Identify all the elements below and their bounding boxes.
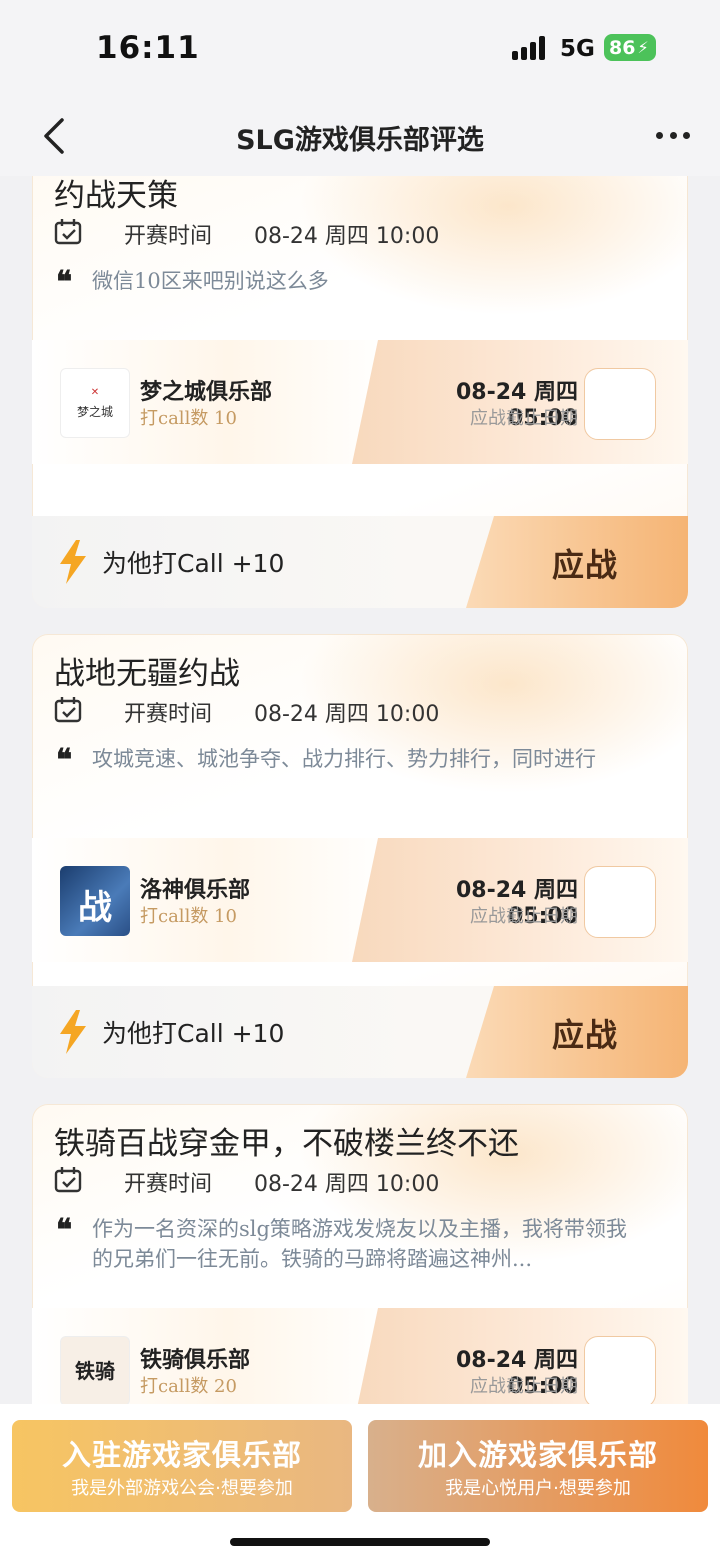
start-time-label: 开赛时间 [124, 1172, 213, 1197]
club-name: 洛神俱乐部 [140, 878, 251, 903]
call-button[interactable]: 为他打Call +10 [102, 1014, 284, 1050]
card-description: 微信10区来吧别说这么多 [92, 269, 329, 293]
club-row[interactable]: ✕ 梦之城 梦之城俱乐部 打call数 10 08-24 周四 05:00 应战… [32, 340, 688, 464]
club-call-count: 打call数 10 [140, 906, 237, 927]
action-bar: 为他打Call +10 应战 [32, 986, 688, 1078]
fight-button[interactable]: 应战 [466, 516, 688, 608]
lightning-icon [60, 1010, 86, 1054]
signal-icon [512, 36, 548, 60]
club-name: 铁骑俱乐部 [140, 1348, 251, 1373]
action-bar: 为他打Call +10 应战 [32, 516, 688, 608]
lightning-icon [60, 540, 86, 584]
deadline-label: 应战截止日期 [470, 408, 578, 429]
club-row[interactable]: 铁骑 铁骑俱乐部 打call数 20 08-24 周四 05:00 应战截止日期 [32, 1308, 688, 1404]
enter-club-button[interactable]: 入驻游戏家俱乐部 我是外部游戏公会·想要参加 [12, 1420, 352, 1512]
club-logo-text: 梦之城 [76, 405, 113, 419]
start-time-label: 开赛时间 [124, 702, 213, 727]
club-row[interactable]: 战 洛神俱乐部 打call数 10 08-24 周四 05:00 应战截止日期 [32, 838, 688, 962]
start-time-value: 08-24 周四 10:00 [254, 224, 440, 249]
start-time-value: 08-24 周四 10:00 [254, 1172, 440, 1197]
club-logo-text: 铁骑 [75, 1359, 115, 1383]
select-box[interactable] [584, 1336, 656, 1404]
select-box[interactable] [584, 368, 656, 440]
battery-icon: 86 ⚡ [604, 34, 656, 61]
quote-icon: ❝ [56, 743, 73, 778]
call-button[interactable]: 为他打Call +10 [102, 544, 284, 580]
network-type: 5G [560, 36, 595, 62]
card-title: 战地无疆约战 [54, 656, 240, 692]
deadline-label: 应战截止日期 [470, 1376, 578, 1397]
challenge-list[interactable]: 约战天策 开赛时间 08-24 周四 10:00 ❝ 微信10区来吧别说这么多 … [0, 176, 720, 1404]
more-icon[interactable] [656, 132, 690, 142]
club-logo: ✕ 梦之城 [60, 368, 130, 438]
calendar-icon [54, 1167, 82, 1193]
status-time: 16:11 [96, 30, 200, 66]
club-logo: 铁骑 [60, 1336, 130, 1404]
quote-icon: ❝ [56, 1213, 73, 1248]
club-logo: 战 [60, 866, 130, 936]
challenge-card: 战地无疆约战 开赛时间 08-24 周四 10:00 ❝ 攻城竞速、城池争夺、战… [32, 634, 688, 1078]
enter-club-subtitle: 我是外部游戏公会·想要参加 [71, 1478, 293, 1499]
nav-bar: SLG游戏俱乐部评选 [0, 96, 720, 176]
quote-icon: ❝ [56, 265, 73, 300]
calendar-icon [54, 219, 82, 245]
join-club-title: 加入游戏家俱乐部 [417, 1438, 658, 1472]
join-club-subtitle: 我是心悦用户·想要参加 [445, 1478, 631, 1499]
join-club-button[interactable]: 加入游戏家俱乐部 我是心悦用户·想要参加 [368, 1420, 708, 1512]
start-time-value: 08-24 周四 10:00 [254, 702, 440, 727]
club-call-count: 打call数 10 [140, 408, 237, 429]
fight-label: 应战 [552, 1016, 619, 1054]
bottom-bar: 入驻游戏家俱乐部 我是外部游戏公会·想要参加 加入游戏家俱乐部 我是心悦用户·想… [0, 1404, 720, 1560]
card-title: 铁骑百战穿金甲，不破楼兰终不还 [54, 1126, 519, 1162]
deadline-label: 应战截止日期 [470, 906, 578, 927]
battery-level: 86 [609, 36, 636, 59]
home-indicator [230, 1538, 490, 1546]
fight-button[interactable]: 应战 [466, 986, 688, 1078]
card-description: 攻城竞速、城池争夺、战力排行、势力排行，同时进行 [92, 747, 596, 771]
enter-club-title: 入驻游戏家俱乐部 [61, 1438, 302, 1472]
card-title: 约战天策 [54, 178, 178, 214]
calendar-icon [54, 697, 82, 723]
page-title: SLG游戏俱乐部评选 [236, 125, 484, 156]
challenge-card: 约战天策 开赛时间 08-24 周四 10:00 ❝ 微信10区来吧别说这么多 … [32, 176, 688, 608]
select-box[interactable] [584, 866, 656, 938]
club-name: 梦之城俱乐部 [140, 380, 273, 405]
fight-label: 应战 [552, 546, 619, 584]
status-bar: 16:11 5G 86 ⚡ [0, 0, 720, 96]
club-logo-text: 战 [78, 888, 112, 928]
club-call-count: 打call数 20 [140, 1376, 237, 1397]
start-time-label: 开赛时间 [124, 224, 213, 249]
challenge-card: 铁骑百战穿金甲，不破楼兰终不还 开赛时间 08-24 周四 10:00 ❝ 作为… [32, 1104, 688, 1404]
card-description: 作为一名资深的slg策略游戏发烧友以及主播，我将带领我的兄弟们一往无前。铁骑的马… [92, 1217, 627, 1271]
